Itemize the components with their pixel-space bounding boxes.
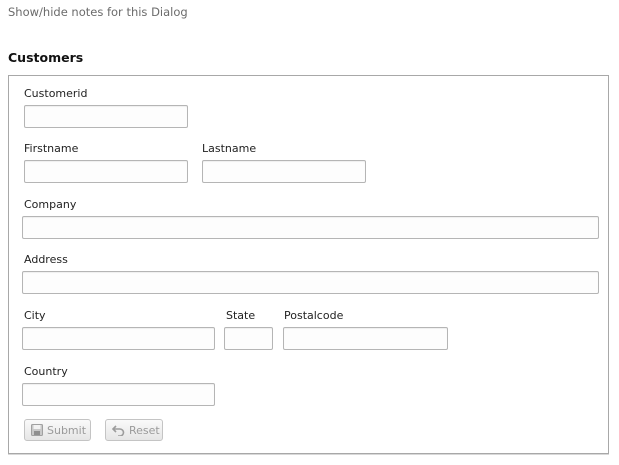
firstname-label: Firstname — [24, 142, 79, 155]
address-input[interactable] — [22, 271, 599, 294]
country-label: Country — [24, 365, 68, 378]
firstname-input[interactable] — [24, 160, 188, 183]
customerid-input[interactable] — [24, 105, 188, 128]
submit-button-label: Submit — [47, 423, 87, 437]
undo-icon — [112, 424, 125, 436]
city-label: City — [24, 309, 46, 322]
state-label: State — [226, 309, 256, 322]
city-input[interactable] — [22, 327, 215, 350]
section-title: Customers — [8, 50, 84, 65]
lastname-input[interactable] — [202, 160, 366, 183]
submit-button[interactable]: Submit — [24, 419, 91, 441]
postalcode-input[interactable] — [283, 327, 448, 350]
customerid-label: Customerid — [24, 87, 88, 100]
reset-button-label: Reset — [129, 423, 160, 437]
state-input[interactable] — [224, 327, 273, 350]
company-label: Company — [24, 198, 77, 211]
postalcode-label: Postalcode — [284, 309, 344, 322]
save-icon — [31, 424, 43, 436]
lastname-label: Lastname — [202, 142, 257, 155]
show-hide-notes-link[interactable]: Show/hide notes for this Dialog — [8, 5, 188, 19]
reset-button[interactable]: Reset — [105, 419, 163, 441]
country-input[interactable] — [22, 383, 215, 406]
customer-form: Customerid Firstname Lastname Company Ad… — [8, 75, 609, 454]
address-label: Address — [24, 253, 68, 266]
company-input[interactable] — [22, 216, 599, 239]
